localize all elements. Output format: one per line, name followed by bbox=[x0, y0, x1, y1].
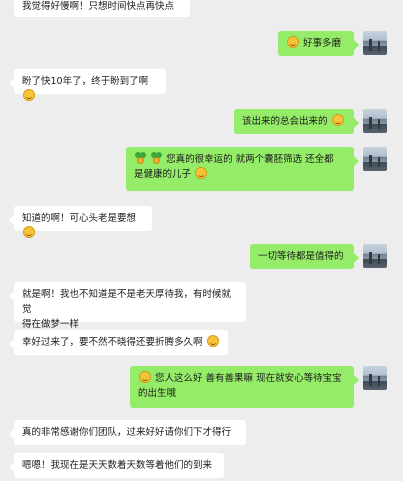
message-text: 一切等待都是值得的 bbox=[258, 251, 344, 262]
message-bubble-outgoing[interactable]: 您人这么好 善有善果嘛 现在就安心等待宝宝 的出生哦 bbox=[130, 366, 359, 408]
message-bubble-outgoing[interactable]: 您真的很幸运的 就两个囊胚筛选 还全都 是健康的儿子 bbox=[126, 147, 359, 191]
my-avatar[interactable] bbox=[363, 366, 387, 390]
message-text: 就是啊！我也不知道是不是老天厚待我，有时候就觉 bbox=[22, 289, 232, 315]
sprout-emoji-icon bbox=[135, 152, 146, 164]
message-bubble-incoming[interactable]: 就是啊！我也不知道是不是老天厚待我，有时候就觉 得在做梦一样 bbox=[9, 282, 246, 330]
message-bubble-outgoing[interactable]: 该出来的总会出来的 bbox=[234, 109, 359, 134]
message-bubble-incoming[interactable]: 嗯嗯！我现在是天天数着天数等着他们的到来 bbox=[9, 453, 224, 478]
message-text: 嗯嗯！我现在是天天数着天数等着他们的到来 bbox=[22, 460, 213, 471]
message-text: 真的非常感谢你们团队，过来好好请你们下才得行 bbox=[22, 427, 232, 438]
smiley-emoji-icon bbox=[206, 335, 219, 347]
my-avatar[interactable] bbox=[363, 147, 387, 171]
message-text: 盼了快10年了，终于盼到了啊 bbox=[22, 76, 149, 87]
smiley-emoji-icon bbox=[195, 167, 208, 179]
my-avatar[interactable] bbox=[363, 109, 387, 133]
message-bubble-incoming[interactable]: 知道的啊！可心头老是要想 bbox=[9, 206, 152, 238]
smiley-emoji-icon bbox=[331, 114, 344, 126]
message-bubble-outgoing[interactable]: 好事多磨 bbox=[278, 31, 359, 56]
message-text: 好事多磨 bbox=[303, 38, 342, 49]
message-text: 该出来的总会出来的 bbox=[242, 116, 328, 127]
message-text: 您真的很幸运的 就两个囊胚筛选 还全都 bbox=[166, 154, 334, 165]
message-text: 是健康的儿子 bbox=[134, 169, 192, 180]
message-text: 您人这么好 善有善果嘛 现在就安心等待宝宝 bbox=[155, 373, 342, 384]
message-text: 幸好过来了，要不然不晓得还要折腾多久啊 bbox=[22, 337, 203, 348]
my-avatar[interactable] bbox=[363, 244, 387, 268]
my-avatar[interactable] bbox=[363, 31, 387, 55]
message-text: 知道的啊！可心头老是要想 bbox=[22, 213, 137, 224]
smiley-emoji-icon bbox=[23, 226, 35, 238]
message-line: 您人这么好 善有善果嘛 现在就安心等待宝宝 bbox=[138, 371, 346, 386]
message-text: 我觉得好慢啊！只想时间快点再快点 bbox=[22, 1, 175, 12]
message-line: 是健康的儿子 bbox=[134, 167, 346, 182]
message-bubble-incoming[interactable]: 盼了快10年了，终于盼到了啊 bbox=[9, 69, 166, 101]
message-bubble-incoming[interactable]: 我觉得好慢啊！只想时间快点再快点 bbox=[14, 0, 190, 17]
smiley-emoji-icon bbox=[139, 371, 151, 383]
smiley-emoji-icon bbox=[287, 36, 299, 48]
message-line: 您真的很幸运的 就两个囊胚筛选 还全都 bbox=[134, 152, 346, 167]
message-bubble-outgoing[interactable]: 一切等待都是值得的 bbox=[250, 244, 359, 269]
message-text: 的出生哦 bbox=[138, 388, 177, 399]
message-bubble-incoming[interactable]: 真的非常感谢你们团队，过来好好请你们下才得行 bbox=[9, 420, 246, 445]
message-bubble-incoming[interactable]: 幸好过来了，要不然不晓得还要折腾多久啊 bbox=[9, 330, 228, 355]
smiley-emoji-icon bbox=[23, 89, 35, 101]
sprout-emoji-icon bbox=[151, 152, 163, 164]
